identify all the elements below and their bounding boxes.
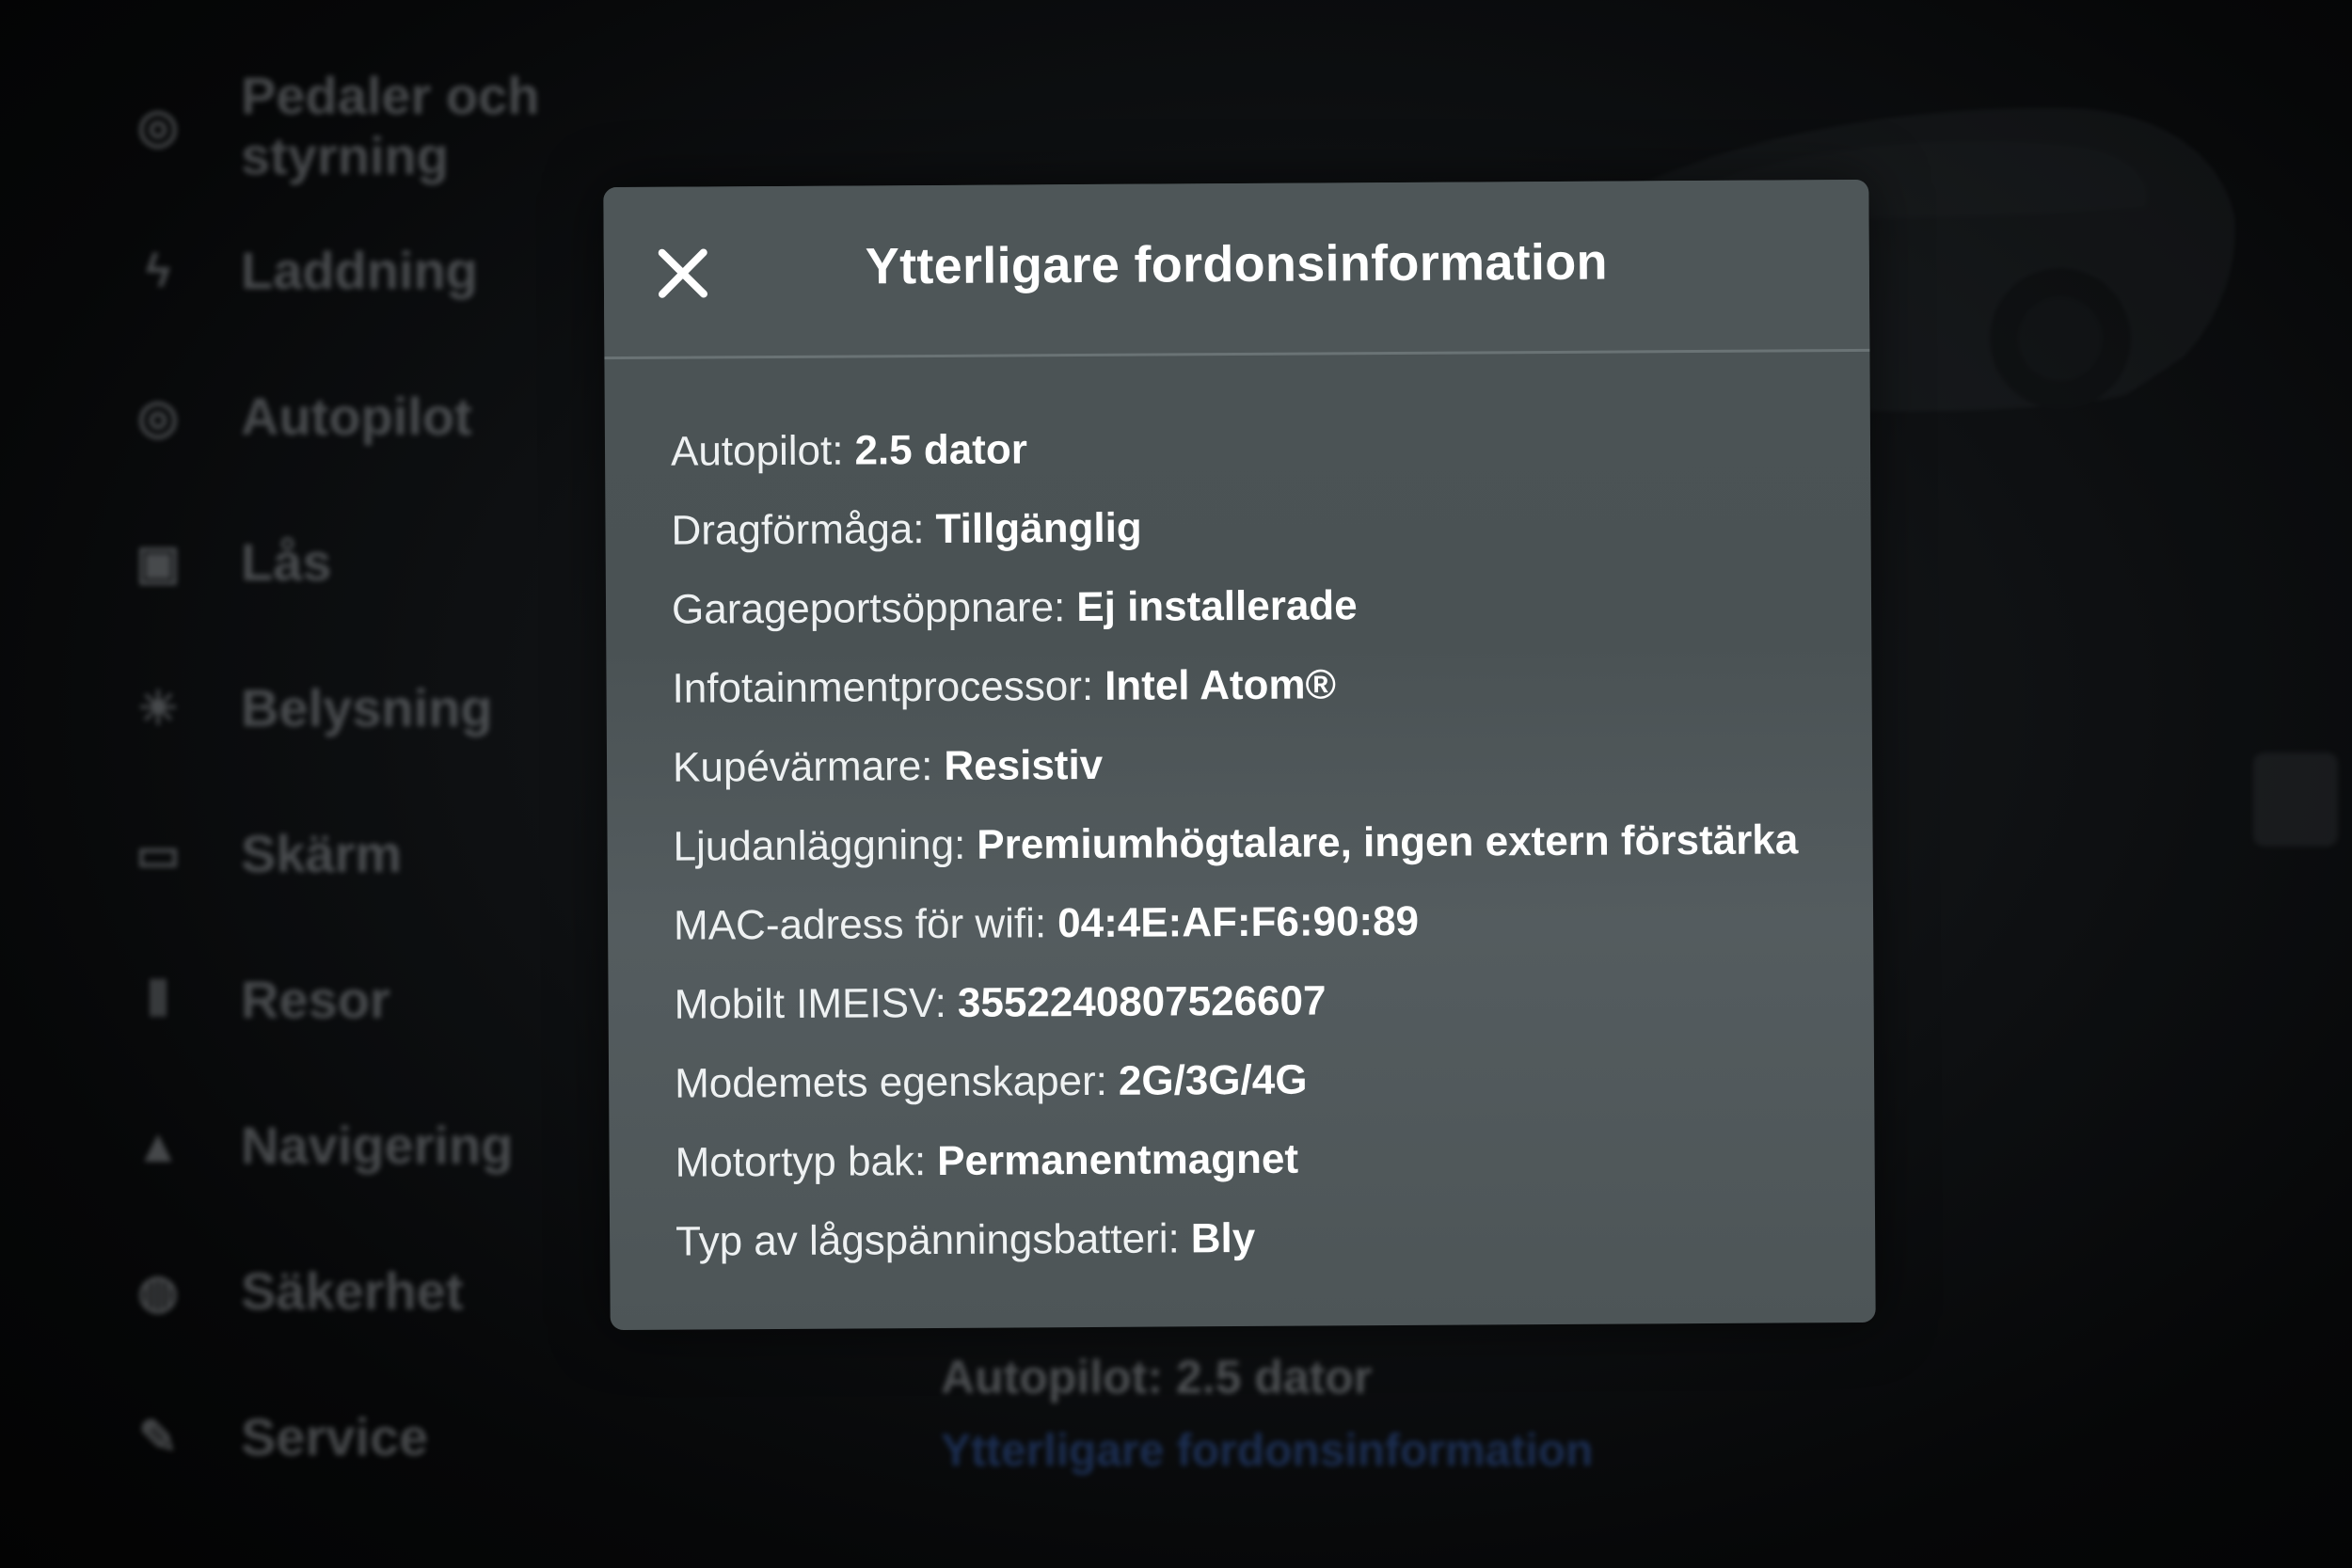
info-row-rear-motor-type: Motortyp bak: Permanentmagnet bbox=[675, 1117, 1818, 1202]
settings-sidebar: ◎ Pedaler och styrning ϟ Laddning ◎ Auto… bbox=[132, 47, 659, 1552]
info-value: Premiumhögtalare, ingen extern förstärka bbox=[977, 816, 1799, 868]
info-label: Dragförmåga: bbox=[671, 506, 925, 554]
info-row-wifi-mac: MAC-adress för wifi: 04:4E:AF:F6:90:89 bbox=[674, 879, 1817, 965]
vehicle-info-list: Autopilot: 2.5 dator Dragförmåga: Tillgä… bbox=[671, 405, 1820, 1281]
modal-title: Ytterligare fordonsinformation bbox=[865, 233, 1609, 295]
info-value: Intel Atom® bbox=[1104, 661, 1337, 709]
info-value: Tillgänglig bbox=[935, 504, 1142, 552]
info-label: Infotainmentprocessor: bbox=[672, 662, 1094, 712]
lock-icon: ▣ bbox=[135, 535, 181, 589]
display-icon: ▭ bbox=[135, 827, 181, 880]
sidebar-item-label: Navigering bbox=[241, 1116, 514, 1175]
info-label: MAC-adress för wifi: bbox=[673, 900, 1047, 949]
sidebar-item-lighting[interactable]: ☀ Belysning bbox=[132, 677, 493, 738]
info-label: Motortyp bak: bbox=[675, 1138, 927, 1186]
info-label: Ljudanläggning: bbox=[673, 821, 966, 870]
lightning-icon: ϟ bbox=[145, 244, 171, 297]
sidebar-item-autopilot[interactable]: ◎ Autopilot bbox=[132, 386, 472, 447]
info-value: 2G/3G/4G bbox=[1118, 1056, 1308, 1104]
info-row-towing: Dragförmåga: Tillgänglig bbox=[671, 484, 1814, 570]
side-panel-button[interactable] bbox=[2253, 752, 2338, 847]
modal-header: Ytterligare fordonsinformation bbox=[603, 179, 1870, 360]
info-row-low-voltage-battery: Typ av lågspänningsbatteri: Bly bbox=[675, 1196, 1819, 1281]
steering-wheel-icon: ◎ bbox=[137, 100, 179, 152]
sidebar-item-label: Service bbox=[241, 1407, 429, 1466]
sidebar-item-locks[interactable]: ▣ Lås bbox=[132, 531, 332, 593]
sidebar-item-pedals-steering[interactable]: ◎ Pedaler och styrning bbox=[132, 66, 551, 186]
vehicle-info-modal: Ytterligare fordonsinformation Autopilot… bbox=[603, 179, 1876, 1331]
info-row-garage-door-opener: Garageportsöppnare: Ej installerade bbox=[672, 563, 1815, 649]
info-label: Modemets egenskaper: bbox=[674, 1057, 1108, 1107]
sidebar-item-label: Pedaler och styrning bbox=[241, 66, 540, 185]
info-row-cabin-heater: Kupévärmare: Resistiv bbox=[673, 721, 1816, 807]
info-value: 3552240807526607 bbox=[957, 977, 1327, 1026]
light-bulb-icon: ☀ bbox=[136, 681, 180, 735]
sidebar-item-label: Belysning bbox=[241, 678, 493, 737]
sidebar-item-label: Lås bbox=[241, 532, 332, 592]
sidebar-item-display[interactable]: ▭ Skärm bbox=[132, 823, 402, 884]
info-value: 04:4E:AF:F6:90:89 bbox=[1057, 897, 1420, 947]
more-vehicle-info-link[interactable]: Ytterligare fordonsinformation bbox=[941, 1425, 1593, 1477]
info-value: 2.5 dator bbox=[854, 426, 1028, 474]
sidebar-item-navigation[interactable]: ▲ Navigering bbox=[132, 1115, 513, 1176]
info-row-imeisv: Mobilt IMEISV: 3552240807526607 bbox=[674, 958, 1817, 1044]
info-value: Permanentmagnet bbox=[937, 1135, 1299, 1184]
trips-icon: ⫴ bbox=[148, 973, 168, 1025]
info-row-infotainment-processor: Infotainmentprocessor: Intel Atom® bbox=[672, 642, 1815, 728]
info-label: Autopilot: bbox=[670, 427, 844, 475]
info-value: Resistiv bbox=[944, 741, 1104, 789]
sidebar-item-label: Resor bbox=[241, 970, 390, 1029]
sidebar-item-charging[interactable]: ϟ Laddning bbox=[132, 240, 478, 301]
navigation-arrow-icon: ▲ bbox=[135, 1118, 182, 1172]
shield-icon: ◍ bbox=[137, 1264, 179, 1318]
sidebar-item-trips[interactable]: ⫴ Resor bbox=[132, 969, 390, 1030]
steering-wheel-icon: ◎ bbox=[137, 389, 179, 443]
sidebar-item-label: Säkerhet bbox=[241, 1261, 464, 1321]
info-row-autopilot: Autopilot: 2.5 dator bbox=[671, 405, 1814, 491]
wrench-icon: ✎ bbox=[138, 1410, 178, 1464]
autopilot-info-text: Autopilot: 2.5 dator bbox=[941, 1351, 1373, 1403]
vehicle-touchscreen: ◎ Pedaler och styrning ϟ Laddning ◎ Auto… bbox=[0, 0, 2352, 1568]
sidebar-item-service[interactable]: ✎ Service bbox=[132, 1406, 428, 1467]
info-label: Mobilt IMEISV: bbox=[674, 979, 947, 1028]
info-label: Kupévärmare: bbox=[672, 742, 933, 791]
info-label: Garageportsöppnare: bbox=[671, 584, 1066, 633]
info-label: Typ av lågspänningsbatteri: bbox=[675, 1215, 1180, 1265]
sidebar-item-label: Skärm bbox=[241, 824, 403, 883]
info-value: Ej installerade bbox=[1076, 582, 1358, 631]
sidebar-item-label: Laddning bbox=[241, 241, 478, 300]
info-row-modem-capabilities: Modemets egenskaper: 2G/3G/4G bbox=[675, 1037, 1818, 1123]
info-value: Bly bbox=[1190, 1214, 1256, 1262]
info-row-sound-system: Ljudanläggning: Premiumhögtalare, ingen … bbox=[673, 800, 1816, 886]
sidebar-item-safety[interactable]: ◍ Säkerhet bbox=[132, 1260, 464, 1322]
sidebar-item-label: Autopilot bbox=[241, 387, 472, 446]
vehicle-info-section: Autopilot: 2.5 dator Ytterligare fordons… bbox=[941, 1350, 1593, 1477]
